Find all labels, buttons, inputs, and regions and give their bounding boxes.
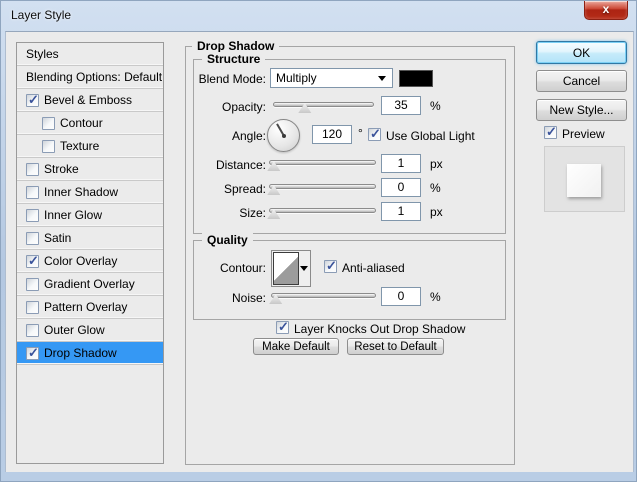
blend-mode-select[interactable]: Multiply [270,68,393,88]
slider-track [271,293,376,298]
noise-unit: % [430,290,441,304]
angle-center-dot [282,134,286,138]
spread-label: Spread: [136,182,266,196]
blend-mode-label: Blend Mode: [136,72,266,86]
distance-input[interactable]: 1 [381,154,421,173]
distance-unit: px [430,157,443,171]
layer-style-dialog: Layer Style x Styles Blending Options: D… [0,0,637,482]
sidebar-item-label: Stroke [44,162,79,176]
opacity-input[interactable]: 35 [381,96,421,115]
sidebar-item-label: Pattern Overlay [44,300,127,314]
distance-label: Distance: [136,158,266,172]
use-global-light-label: Use Global Light [386,129,475,143]
contour-checkbox[interactable] [42,117,55,130]
size-input[interactable]: 1 [381,202,421,221]
dialog-body: Styles Blending Options: Default Bevel &… [5,31,634,472]
ok-label: OK [573,46,590,60]
size-slider[interactable] [269,206,376,220]
sidebar-item-styles[interactable]: Styles [17,43,163,66]
sidebar-item-label: Contour [60,116,103,130]
reset-to-default-label: Reset to Default [354,341,436,353]
inner-glow-checkbox[interactable] [26,209,39,222]
new-style-button[interactable]: New Style... [536,99,627,121]
style-preview [544,146,625,212]
sidebar-item-label: Bevel & Emboss [44,93,132,107]
cancel-button[interactable]: Cancel [536,70,627,92]
size-label: Size: [136,206,266,220]
slider-track [269,208,376,213]
bevel-emboss-checkbox[interactable] [26,94,39,107]
new-style-label: New Style... [549,103,613,117]
spread-slider[interactable] [269,182,376,196]
satin-checkbox[interactable] [26,232,39,245]
make-default-button[interactable]: Make Default [253,338,339,355]
preview-checkbox[interactable] [544,126,557,139]
sidebar-item-label: Texture [60,139,99,153]
close-icon: x [603,2,610,16]
close-button[interactable]: x [584,1,628,20]
dialog-title: Layer Style [11,8,71,22]
preview-label: Preview [562,127,605,141]
sidebar-item-label: Gradient Overlay [44,277,135,291]
gradient-overlay-checkbox[interactable] [26,278,39,291]
use-global-light-checkbox[interactable] [368,128,381,141]
spread-input[interactable]: 0 [381,178,421,197]
stroke-checkbox[interactable] [26,163,39,176]
contour-label: Contour: [136,261,266,275]
size-unit: px [430,205,443,219]
chevron-down-icon[interactable] [300,266,308,271]
sidebar-item-label: Drop Shadow [44,346,117,360]
spread-unit: % [430,181,441,195]
color-overlay-checkbox[interactable] [26,255,39,268]
noise-input[interactable]: 0 [381,287,421,306]
angle-label: Angle: [136,129,266,143]
contour-thumbnail[interactable] [273,252,299,285]
inner-shadow-checkbox[interactable] [26,186,39,199]
ok-button[interactable]: OK [536,41,627,64]
sidebar-item-outer-glow[interactable]: Outer Glow [17,319,163,342]
shadow-color-swatch[interactable] [399,70,433,87]
panel-title: Drop Shadow [192,39,279,53]
layer-knocks-out-label: Layer Knocks Out Drop Shadow [294,322,465,336]
opacity-label: Opacity: [136,100,266,114]
structure-legend: Structure [202,52,265,66]
pattern-overlay-checkbox[interactable] [26,301,39,314]
anti-aliased-label: Anti-aliased [342,261,405,275]
contour-picker[interactable] [271,250,311,287]
drop-shadow-checkbox[interactable] [26,347,39,360]
outer-glow-checkbox[interactable] [26,324,39,337]
slider-track [269,160,376,165]
angle-unit: ° [358,126,363,140]
quality-group: Quality [193,240,506,320]
sidebar-item-label: Styles [26,47,59,61]
sidebar-item-label: Color Overlay [44,254,117,268]
layer-knocks-out-checkbox[interactable] [276,321,289,334]
sidebar-item-label: Satin [44,231,71,245]
slider-track [273,102,374,107]
noise-slider[interactable] [271,291,376,305]
noise-label: Noise: [136,291,266,305]
cancel-label: Cancel [563,74,600,88]
sidebar-item-label: Inner Shadow [44,185,118,199]
angle-dial[interactable] [267,119,300,152]
opacity-unit: % [430,99,441,113]
quality-legend: Quality [202,233,253,247]
title-bar[interactable]: Layer Style x [1,1,636,31]
distance-slider[interactable] [269,158,376,172]
slider-track [269,184,376,189]
anti-aliased-checkbox[interactable] [324,260,337,273]
sidebar-item-satin[interactable]: Satin [17,227,163,250]
sidebar-item-drop-shadow[interactable]: Drop Shadow [17,342,163,365]
reset-to-default-button[interactable]: Reset to Default [347,338,444,355]
style-preview-swatch [567,164,601,197]
sidebar-item-label: Inner Glow [44,208,102,222]
texture-checkbox[interactable] [42,140,55,153]
blend-mode-value: Multiply [276,71,317,85]
angle-input[interactable]: 120 [312,125,352,144]
chevron-down-icon [378,76,386,81]
opacity-slider[interactable] [273,100,374,114]
sidebar-item-label: Outer Glow [44,323,105,337]
make-default-label: Make Default [262,341,330,353]
